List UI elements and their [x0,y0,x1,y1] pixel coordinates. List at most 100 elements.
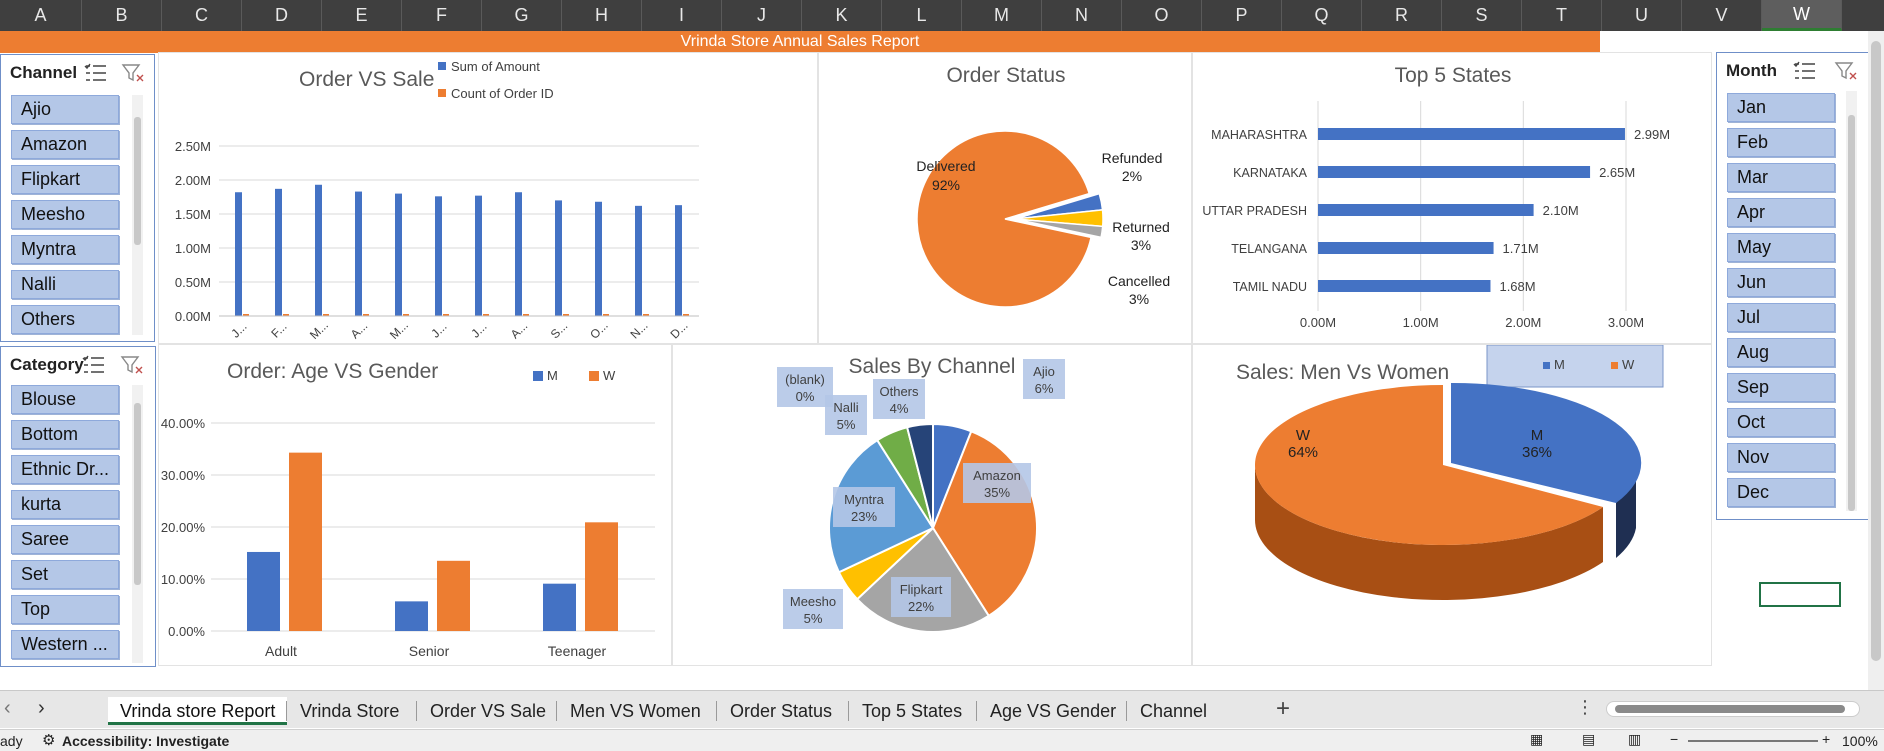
channel-slicer[interactable]: Channel Ajio Amazon Flipkart Meesho Myntra Na… [0,54,155,342]
men-vs-women-chart[interactable]: Sales: Men Vs Women M W M 36% W 64% [1192,344,1712,666]
order-vs-sale-chart[interactable]: Order VS Sale Sum of Amount Count of Order… [158,52,818,344]
category-slicer-item[interactable]: Blouse [11,385,119,414]
category-slicer-item[interactable]: kurta [11,490,119,519]
month-slicer-item[interactable]: Apr [1727,198,1835,227]
category-slicer-item[interactable]: Saree [11,525,119,554]
channel-slicer-item[interactable]: Amazon [11,130,119,159]
channel-slicer-item[interactable]: Ajio [11,95,119,124]
legend-swatch [533,371,543,381]
accessibility-status[interactable]: Accessibility: Investigate [62,733,229,749]
month-slicer-item[interactable]: Jan [1727,93,1835,122]
month-slicer-item[interactable]: Mar [1727,163,1835,192]
more-options-icon[interactable]: ⋮ [1576,697,1594,718]
clear-filter-icon[interactable] [120,354,144,376]
sheet-tab[interactable]: Channel [1140,697,1207,725]
channel-slicer-item[interactable]: Nalli [11,270,119,299]
bar-sum-of-amount [475,195,482,316]
column-header-r[interactable]: R [1362,0,1442,31]
column-header-q[interactable]: Q [1282,0,1362,31]
column-header-i[interactable]: I [642,0,722,31]
column-header-m[interactable]: M [962,0,1042,31]
vertical-scrollbar[interactable] [1868,31,1884,690]
clear-filter-icon[interactable] [121,62,145,84]
channel-slicer-item[interactable]: Myntra [11,235,119,264]
multi-select-icon[interactable] [1793,60,1817,82]
column-header-t[interactable]: T [1522,0,1602,31]
column-header-w[interactable]: W [1762,0,1842,31]
sheet-tab[interactable]: Men VS Women [570,697,701,725]
channel-slicer-item[interactable]: Meesho [11,200,119,229]
normal-view-icon[interactable]: ▦ [1530,731,1543,748]
month-slicer-item[interactable]: Sep [1727,373,1835,402]
column-header-d[interactable]: D [242,0,322,31]
y-category-label: UTTAR PRADESH [1202,204,1307,218]
column-header-c[interactable]: C [162,0,242,31]
sheet-tab[interactable]: Vrinda store Report [108,697,288,725]
column-header-p[interactable]: P [1202,0,1282,31]
column-header-l[interactable]: L [882,0,962,31]
month-slicer-item[interactable]: Dec [1727,478,1835,507]
slicer-scrollbar[interactable] [134,403,141,585]
column-header-k[interactable]: K [802,0,882,31]
sheet-tab[interactable]: Age VS Gender [990,697,1116,725]
clear-filter-icon[interactable] [1834,60,1858,82]
tab-separator [848,701,849,721]
zoom-slider[interactable] [1688,740,1818,742]
category-slicer-item[interactable]: Set [11,560,119,589]
prev-sheet-icon[interactable]: ‹ [4,697,11,720]
column-header-s[interactable]: S [1442,0,1522,31]
month-slicer[interactable]: Month Jan Feb Mar Apr May Jun Jul Aug Sep Oct Nov D… [1716,52,1871,520]
channel-slicer-item[interactable]: Flipkart [11,165,119,194]
zoom-level[interactable]: 100% [1842,733,1878,749]
horizontal-scrollbar[interactable] [1606,701,1860,717]
channel-slicer-item[interactable]: Others [11,305,119,334]
age-vs-gender-chart[interactable]: Order: Age VS Gender M W 0.00% 10.00% 20.00% 3… [158,344,672,666]
category-slicer-item[interactable]: Ethnic Dr... [11,455,119,484]
sheet-tab[interactable]: Order VS Sale [430,697,546,725]
callout-label: Myntra [844,492,885,507]
column-header-v[interactable]: V [1682,0,1762,31]
category-slicer[interactable]: Category Blouse Bottom Ethnic Dr... kurta Sa… [0,346,156,667]
column-header-j[interactable]: J [722,0,802,31]
month-slicer-item[interactable]: Aug [1727,338,1835,367]
page-break-icon[interactable]: ▥ [1628,731,1641,748]
order-status-chart[interactable]: Order Status Delivered 92% Cancelled 3% Retur… [818,52,1192,344]
column-header-n[interactable]: N [1042,0,1122,31]
callout-label: Ajio [1033,364,1055,379]
multi-select-icon[interactable] [82,354,106,376]
column-header-u[interactable]: U [1602,0,1682,31]
category-slicer-item[interactable]: Western ... [11,630,119,659]
column-header-g[interactable]: G [482,0,562,31]
slicer-scrollbar[interactable] [134,117,141,245]
column-header-b[interactable]: B [82,0,162,31]
column-header-f[interactable]: F [402,0,482,31]
multi-select-icon[interactable] [84,62,108,84]
add-sheet-button[interactable]: + [1276,695,1290,723]
sheet-tab[interactable]: Top 5 States [862,697,962,725]
category-slicer-item[interactable]: Bottom [11,420,119,449]
column-header-e[interactable]: E [322,0,402,31]
slicer-scrollbar[interactable] [1848,115,1855,511]
column-header-h[interactable]: H [562,0,642,31]
month-slicer-item[interactable]: Feb [1727,128,1835,157]
bar-state [1318,280,1491,292]
column-header-o[interactable]: O [1122,0,1202,31]
month-slicer-item[interactable]: Nov [1727,443,1835,472]
month-slicer-item[interactable]: May [1727,233,1835,262]
page-layout-icon[interactable]: ▤ [1582,731,1595,748]
month-slicer-item[interactable]: Jul [1727,303,1835,332]
y-tick-label: 40.00% [161,416,206,431]
column-header-a[interactable]: A [0,0,82,31]
bar-state [1318,128,1625,140]
month-slicer-item[interactable]: Oct [1727,408,1835,437]
category-slicer-item[interactable]: Top [11,595,119,624]
month-slicer-item[interactable]: Jun [1727,268,1835,297]
zoom-out-icon[interactable]: − [1670,731,1678,747]
zoom-in-icon[interactable]: + [1822,731,1830,747]
selected-cell[interactable] [1759,582,1841,607]
next-sheet-icon[interactable]: › [38,697,45,720]
sheet-tab[interactable]: Vrinda Store [300,697,399,725]
sheet-tab[interactable]: Order Status [730,697,832,725]
top-5-states-chart[interactable]: Top 5 States 0.00M 1.00M 2.00M 3.00M MAHARASH… [1192,52,1712,344]
sales-by-channel-chart[interactable]: Sales By Channel Ajio 6% Amazon 35% Flipkart 2… [672,344,1192,666]
